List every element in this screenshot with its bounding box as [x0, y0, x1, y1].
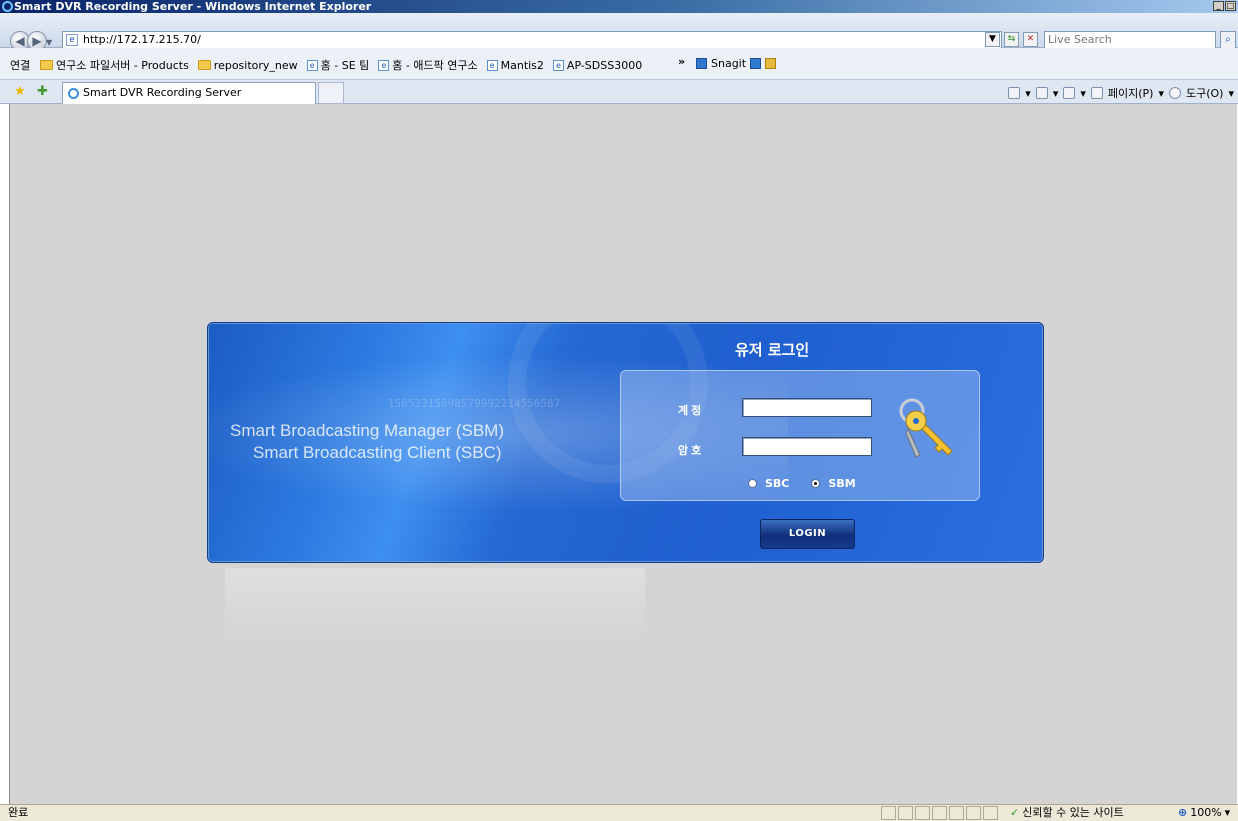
link-item-repository[interactable]: repository_new	[197, 57, 298, 73]
snagit-toolbar[interactable]: Snagit	[696, 57, 777, 70]
window-title-bar: Smart DVR Recording Server - Windows Int…	[0, 0, 1238, 13]
link-item-se-team[interactable]: e 홈 - SE 팀	[306, 57, 370, 73]
security-zone[interactable]: ✓ 신뢰할 수 있는 사이트	[1010, 805, 1124, 821]
home-dropdown-icon[interactable]: ▾	[1025, 87, 1031, 100]
status-cell	[949, 806, 964, 820]
password-input[interactable]	[742, 437, 872, 456]
zoom-control[interactable]: ⊕ 100% ▾	[1178, 805, 1230, 821]
window-title: Smart DVR Recording Server - Windows Int…	[14, 0, 372, 13]
radio-sbm[interactable]	[811, 479, 821, 488]
print-dropdown-icon[interactable]: ▾	[1080, 87, 1086, 100]
add-favorite-icon[interactable]: ✚	[37, 84, 48, 99]
folder-icon	[40, 60, 53, 70]
address-dropdown-icon[interactable]: ▼	[985, 32, 1000, 47]
stop-icon[interactable]: ✕	[1023, 32, 1038, 47]
maximize-button[interactable]: □	[1225, 1, 1236, 11]
page-icon[interactable]	[1090, 87, 1103, 99]
page-icon: e	[66, 34, 78, 46]
ie-logo-icon	[68, 88, 79, 99]
link-item-ap-sdss[interactable]: e AP-SDSS3000	[552, 57, 643, 73]
tab-smart-dvr[interactable]: Smart DVR Recording Server	[62, 82, 316, 104]
ie-page-icon: e	[306, 59, 318, 71]
status-cell	[881, 806, 896, 820]
status-cell	[898, 806, 913, 820]
link-label: Mantis2	[500, 58, 544, 72]
search-input[interactable]: Live Search	[1044, 31, 1216, 49]
zoom-level: 100%	[1190, 806, 1222, 819]
address-toolbar: ◀ ▶ ▼ e http://172.17.215.70/ ▼ ⇆ ✕ Live…	[0, 13, 1238, 51]
favorites-star-icon[interactable]: ★	[14, 84, 26, 99]
ie-page-icon: e	[378, 59, 390, 71]
search-icon[interactable]: ⌕	[1220, 31, 1236, 49]
password-label: 암호	[678, 444, 705, 457]
snagit-icon	[696, 58, 707, 69]
brand-line-sbc: Smart Broadcasting Client (SBC)	[253, 443, 502, 462]
status-cell	[915, 806, 930, 820]
page-menu-button[interactable]: 페이지(P)	[1108, 85, 1154, 101]
feeds-icon[interactable]	[1035, 87, 1048, 99]
link-item-mantis[interactable]: e Mantis2	[486, 57, 544, 73]
feeds-dropdown-icon[interactable]: ▾	[1053, 87, 1059, 100]
snagit-open-icon[interactable]	[765, 58, 777, 69]
links-bar: 연결 연구소 파일서버 - Products repository_new e …	[0, 48, 1238, 80]
status-bar: 완료 ✓ 신뢰할 수 있는 사이트 ⊕ 100% ▾	[0, 804, 1238, 821]
tools-menu-button[interactable]: 도구(O)	[1186, 85, 1223, 101]
command-bar: ▾ ▾ ▾ 페이지(P) ▾ 도구(O) ▾	[1008, 85, 1234, 101]
zoom-icon: ⊕	[1178, 806, 1188, 819]
check-icon: ✓	[1010, 806, 1020, 819]
status-cell	[932, 806, 947, 820]
link-label: AP-SDSS3000	[566, 58, 643, 72]
radio-sbc[interactable]	[748, 479, 757, 488]
login-type-options: SBC SBM	[748, 477, 878, 490]
account-label: 계정	[678, 404, 705, 417]
ie-page-icon: e	[486, 59, 498, 71]
link-item-lab[interactable]: e 홈 - 애드팍 연구소	[378, 57, 478, 73]
page-dropdown-icon[interactable]: ▾	[1158, 87, 1164, 100]
link-label: 홈 - SE 팀	[320, 59, 370, 72]
status-cells	[881, 806, 998, 820]
address-input[interactable]: e http://172.17.215.70/	[62, 31, 1002, 49]
link-label: 연구소 파일서버 - Products	[56, 59, 189, 72]
snagit-capture-icon[interactable]	[750, 58, 762, 69]
home-icon[interactable]	[1008, 87, 1021, 99]
login-button[interactable]: LOGIN	[760, 519, 855, 549]
tab-bar: ★ ✚ Smart DVR Recording Server ▾ ▾ ▾ 페이지…	[0, 80, 1238, 104]
new-tab-button[interactable]	[318, 82, 344, 104]
login-panel: 15652315698579992214556587 Smart Broadca…	[207, 322, 1044, 563]
ie-page-icon: e	[552, 59, 564, 71]
radio-sbm-label: SBM	[828, 477, 856, 490]
panel-reflection	[225, 568, 645, 638]
tools-dropdown-icon[interactable]: ▾	[1228, 87, 1234, 100]
radio-sbc-label: SBC	[765, 477, 790, 490]
status-cell	[983, 806, 998, 820]
link-item-fileserver[interactable]: 연구소 파일서버 - Products	[40, 57, 189, 73]
history-dropdown-icon[interactable]: ▼	[46, 38, 52, 47]
links-list: 연구소 파일서버 - Products repository_new e 홈 -…	[40, 57, 642, 73]
address-url: http://172.17.215.70/	[83, 33, 201, 46]
tools-gear-icon[interactable]	[1168, 87, 1181, 99]
links-label: 연결	[10, 59, 31, 72]
login-title: 유저 로그인	[735, 341, 810, 359]
brand-line-sbm: Smart Broadcasting Manager (SBM)	[230, 421, 504, 440]
search-placeholder: Live Search	[1048, 33, 1112, 46]
account-input[interactable]	[742, 398, 872, 417]
decorative-numbers: 15652315698579992214556587	[388, 397, 561, 410]
keys-icon	[899, 398, 953, 458]
refresh-icon[interactable]: ⇆	[1004, 32, 1019, 47]
links-overflow-button[interactable]: »	[678, 55, 685, 68]
zoom-dropdown-icon[interactable]: ▾	[1225, 805, 1231, 821]
snagit-label: Snagit	[711, 57, 747, 70]
ie-logo-icon	[2, 1, 13, 12]
folder-icon	[197, 60, 211, 70]
status-cell	[966, 806, 981, 820]
tab-title: Smart DVR Recording Server	[83, 86, 242, 99]
status-text: 완료	[8, 806, 29, 819]
window-controls: _ □	[1213, 1, 1236, 11]
link-label: repository_new	[213, 58, 298, 72]
minimize-button[interactable]: _	[1213, 1, 1224, 11]
print-icon[interactable]	[1063, 87, 1076, 99]
link-label: 홈 - 애드팍 연구소	[392, 59, 478, 72]
security-zone-label: 신뢰할 수 있는 사이트	[1022, 806, 1124, 819]
